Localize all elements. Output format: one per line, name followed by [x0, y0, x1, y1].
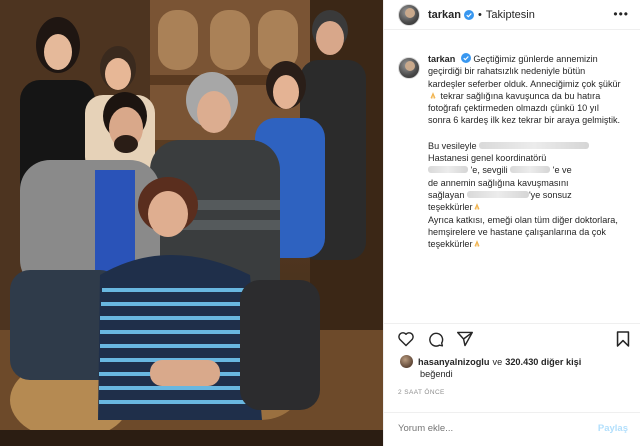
follow-status-button[interactable]: Takiptesin: [486, 9, 535, 21]
caption-tesekkur: teşekkürler: [428, 202, 473, 213]
caption: tarkan Geçtiğimiz günlerde annemizin geç…: [398, 53, 628, 250]
post-header: tarkan • Takiptesin •••: [384, 0, 640, 30]
liker-avatar[interactable]: [400, 355, 413, 368]
caption-line-1b: tekrar sağlığına kavuşunca da bu hatıra …: [428, 90, 621, 126]
paper-plane-icon[interactable]: [456, 331, 474, 347]
more-options-button[interactable]: •••: [613, 8, 629, 20]
liker-username[interactable]: hasanyalnizoglu: [418, 357, 489, 367]
caption-hospital: Hastanesi genel koordinatörü: [428, 153, 547, 164]
comment-input[interactable]: [398, 423, 578, 434]
family-photo-illustration: [0, 0, 383, 446]
caption-line: de annemin sağlığına kavuşmasını: [428, 177, 569, 188]
post-comment-button[interactable]: Paylaş: [598, 423, 628, 434]
caption-avatar[interactable]: [398, 57, 420, 79]
avatar[interactable]: [398, 3, 420, 26]
bookmark-icon[interactable]: [616, 330, 630, 348]
caption-text: tarkan Geçtiğimiz günlerde annemizin geç…: [428, 53, 624, 250]
action-bar: [384, 323, 640, 353]
redacted-mention: [428, 166, 468, 174]
caption-line-1: Geçtiğimiz günlerde annemizin geçirdiği …: [428, 54, 621, 89]
folded-hands-emoji-icon: [474, 240, 480, 247]
comment-box: Paylaş: [384, 412, 640, 446]
likes-connector: ve: [492, 356, 503, 367]
likes-summary: hasanyalnizoglu ve 320.430 diğer kişi: [400, 355, 581, 368]
caption-saglayan: sağlayan: [428, 189, 465, 200]
caption-username[interactable]: tarkan: [428, 54, 455, 64]
post-details-panel: tarkan • Takiptesin ••• tarkan Geçtiğimi…: [383, 0, 640, 446]
heart-icon[interactable]: [397, 331, 415, 347]
caption-p2-start: Bu vesileyle: [428, 140, 477, 151]
caption-e1: 'e, sevgili: [470, 165, 508, 176]
verified-badge-icon: [464, 9, 475, 20]
caption-p3: Ayrıca katkısı, emeği olan tüm diğer dok…: [428, 214, 618, 250]
header-separator: •: [478, 8, 482, 21]
header-username[interactable]: tarkan: [428, 9, 461, 21]
caption-e2: 'e ve: [552, 165, 572, 176]
redacted-mention: [510, 166, 551, 174]
redacted-text: [479, 141, 590, 149]
folded-hands-emoji-icon: [474, 203, 480, 211]
folded-hands-emoji-icon: [430, 92, 436, 99]
redacted-mention: [466, 190, 529, 198]
verified-badge-icon: [460, 53, 471, 63]
likes-count[interactable]: 320.430 diğer kişi: [505, 357, 581, 367]
comment-bubble-icon[interactable]: [427, 331, 445, 348]
post-timestamp[interactable]: 2 SAAT ÖNCE: [398, 389, 445, 396]
post-photo[interactable]: [0, 0, 383, 446]
likes-suffix: beğendi: [420, 369, 453, 379]
caption-sonsuz: 'ye sonsuz: [528, 189, 572, 200]
